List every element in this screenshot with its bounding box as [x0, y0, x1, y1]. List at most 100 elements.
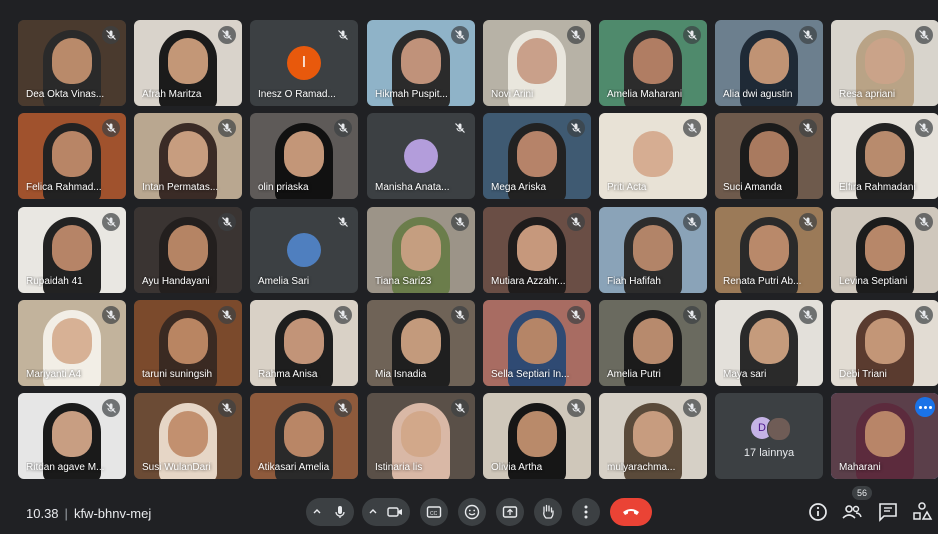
- participant-tile[interactable]: Intan Permatas...: [134, 113, 242, 199]
- participant-tile[interactable]: Amelia Sari: [250, 207, 358, 293]
- participant-tile[interactable]: Amelia Putri: [599, 300, 707, 386]
- participant-tile[interactable]: Maharani: [831, 393, 938, 479]
- participant-tile[interactable]: mulyarachma...: [599, 393, 707, 479]
- participant-grid: Dea Okta Vinas... Afrah Maritza I Inesz O R…: [18, 20, 938, 486]
- mic-off-icon: [102, 399, 120, 417]
- chevron-up-icon[interactable]: [368, 506, 378, 516]
- mic-off-icon: [799, 213, 817, 231]
- participant-name: Amelia Sari: [258, 276, 310, 287]
- people-icon[interactable]: [840, 500, 864, 524]
- participant-tile[interactable]: Rupaidah 41: [18, 207, 126, 293]
- participant-tile[interactable]: Ayu Handayani: [134, 207, 242, 293]
- mic-off-icon: [799, 119, 817, 137]
- participant-name: Maharani: [839, 462, 881, 473]
- participant-tile[interactable]: Novi Arini: [483, 20, 591, 106]
- chat-icon[interactable]: [876, 500, 900, 524]
- participant-tile[interactable]: Hikmah Puspit...: [367, 20, 475, 106]
- participant-name: Inesz O Ramad...: [258, 89, 336, 100]
- mic-off-icon: [218, 26, 236, 44]
- mic-off-icon: [102, 119, 120, 137]
- participant-name: Mariyanti A4: [26, 369, 82, 380]
- meeting-details-icon[interactable]: [806, 500, 830, 524]
- participant-tile[interactable]: Amelia Maharani: [599, 20, 707, 106]
- participant-name: Tiana Sari23: [375, 276, 432, 287]
- mic-off-icon: [218, 119, 236, 137]
- mic-off-icon: [683, 399, 701, 417]
- participant-name: Suci Amanda: [723, 182, 782, 193]
- participant-tile[interactable]: Priti Acta: [599, 113, 707, 199]
- raise-hand-button[interactable]: [534, 498, 562, 526]
- reactions-button[interactable]: [458, 498, 486, 526]
- participant-tile[interactable]: Manisha Anata...: [367, 113, 475, 199]
- mic-off-icon: [683, 119, 701, 137]
- microphone-control[interactable]: [306, 498, 354, 526]
- participant-name: Felica Rahmad...: [26, 182, 102, 193]
- participant-name: taruni suningsih: [142, 369, 213, 380]
- activities-icon[interactable]: [910, 500, 934, 524]
- leave-call-button[interactable]: [610, 498, 652, 526]
- chevron-up-icon[interactable]: [312, 506, 322, 516]
- bottom-toolbar: 10.38 | kfw-bhnv-mej CC 56: [0, 486, 938, 534]
- participant-tile[interactable]: Felica Rahmad...: [18, 113, 126, 199]
- more-participants-label: 17 lainnya: [743, 447, 795, 459]
- video-camera-icon[interactable]: [386, 504, 404, 520]
- participant-tile[interactable]: Mutiara Azzahr...: [483, 207, 591, 293]
- participant-tile[interactable]: Mia Isnadia: [367, 300, 475, 386]
- mic-off-icon: [683, 213, 701, 231]
- participant-tile[interactable]: I Inesz O Ramad...: [250, 20, 358, 106]
- participant-name: Rupaidah 41: [26, 276, 83, 287]
- captions-button[interactable]: CC: [420, 498, 448, 526]
- participant-tile[interactable]: Istinaria lis: [367, 393, 475, 479]
- participant-name: Dea Okta Vinas...: [26, 89, 105, 100]
- participant-tile[interactable]: Elfira Rahmadani: [831, 113, 938, 199]
- participant-tile[interactable]: Afrah Maritza: [134, 20, 242, 106]
- participant-name: Rahma Anisa: [258, 369, 318, 380]
- participant-tile[interactable]: taruni suningsih: [134, 300, 242, 386]
- participant-tile[interactable]: Dea Okta Vinas...: [18, 20, 126, 106]
- avatar: I: [287, 46, 321, 80]
- participant-tile[interactable]: Rahma Anisa: [250, 300, 358, 386]
- avatar: [404, 139, 438, 173]
- mic-off-icon: [567, 213, 585, 231]
- camera-control[interactable]: [362, 498, 410, 526]
- microphone-icon[interactable]: [332, 504, 348, 520]
- mic-off-icon: [334, 213, 352, 231]
- participant-name: Renata Putri Ab...: [723, 276, 802, 287]
- mic-off-icon: [567, 26, 585, 44]
- participant-tile[interactable]: Levina Septiani: [831, 207, 938, 293]
- mic-off-icon: [915, 26, 933, 44]
- participant-tile[interactable]: olin priaska: [250, 113, 358, 199]
- mic-off-icon: [102, 306, 120, 324]
- participant-name: Atikasari Amelia: [258, 462, 330, 473]
- participant-tile[interactable]: Debi Triani: [831, 300, 938, 386]
- participant-tile[interactable]: Olivia Artha: [483, 393, 591, 479]
- participant-tile[interactable]: Fiah Hafifah: [599, 207, 707, 293]
- more-participants-tile[interactable]: D 17 lainnya: [715, 393, 823, 479]
- participant-name: mulyarachma...: [607, 462, 676, 473]
- participant-tile[interactable]: Mega Ariska: [483, 113, 591, 199]
- mic-off-icon: [451, 399, 469, 417]
- participant-tile[interactable]: Renata Putri Ab...: [715, 207, 823, 293]
- participant-tile[interactable]: Mariyanti A4: [18, 300, 126, 386]
- participant-tile[interactable]: Atikasari Amelia: [250, 393, 358, 479]
- mic-off-icon: [334, 26, 352, 44]
- avatar: [767, 417, 791, 441]
- participant-tile[interactable]: Maya sari: [715, 300, 823, 386]
- meeting-code: kfw-bhnv-mej: [73, 506, 152, 521]
- participant-tile[interactable]: Sella Septiari In...: [483, 300, 591, 386]
- participant-tile[interactable]: Alia dwi agustin: [715, 20, 823, 106]
- present-screen-button[interactable]: [496, 498, 524, 526]
- tile-options-button[interactable]: [915, 397, 935, 417]
- participant-tile[interactable]: Tiana Sari23: [367, 207, 475, 293]
- participant-tile[interactable]: Susi WulanDari: [134, 393, 242, 479]
- mic-off-icon: [683, 306, 701, 324]
- participant-name: Fiah Hafifah: [607, 276, 661, 287]
- participant-tile[interactable]: Ritdan agave M...: [18, 393, 126, 479]
- participant-name: Debi Triani: [839, 369, 887, 380]
- participant-tile[interactable]: Suci Amanda: [715, 113, 823, 199]
- mic-off-icon: [799, 306, 817, 324]
- meeting-details[interactable]: 10.38 | kfw-bhnv-mej: [26, 506, 151, 521]
- participant-name: olin priaska: [258, 182, 309, 193]
- participant-tile[interactable]: Resa apriani: [831, 20, 938, 106]
- more-options-button[interactable]: [572, 498, 600, 526]
